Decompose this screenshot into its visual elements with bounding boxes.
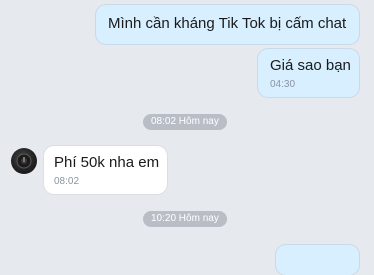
message-time: 04:30 (270, 79, 296, 90)
contact-avatar[interactable] (11, 148, 37, 174)
outgoing-message-partial[interactable] (276, 245, 359, 275)
incoming-message[interactable]: Phí 50k nha em 08:02 (44, 146, 167, 194)
message-text: Phí 50k nha em (54, 154, 160, 171)
date-separator: 08:02 Hôm nay (143, 114, 227, 130)
outgoing-message[interactable]: Giá sao bạn 04:30 (258, 49, 359, 97)
date-separator: 10:20 Hôm nay (143, 211, 227, 227)
chat-conversation: Mình cần kháng Tik Tok bị cấm chat Giá s… (0, 0, 374, 275)
outgoing-message[interactable]: Mình cần kháng Tik Tok bị cấm chat (96, 5, 359, 44)
message-text: Mình cần kháng Tik Tok bị cấm chat (108, 15, 347, 32)
message-time: 08:02 (54, 176, 80, 187)
message-text: Giá sao bạn (270, 57, 351, 74)
avatar-icon (16, 153, 32, 169)
